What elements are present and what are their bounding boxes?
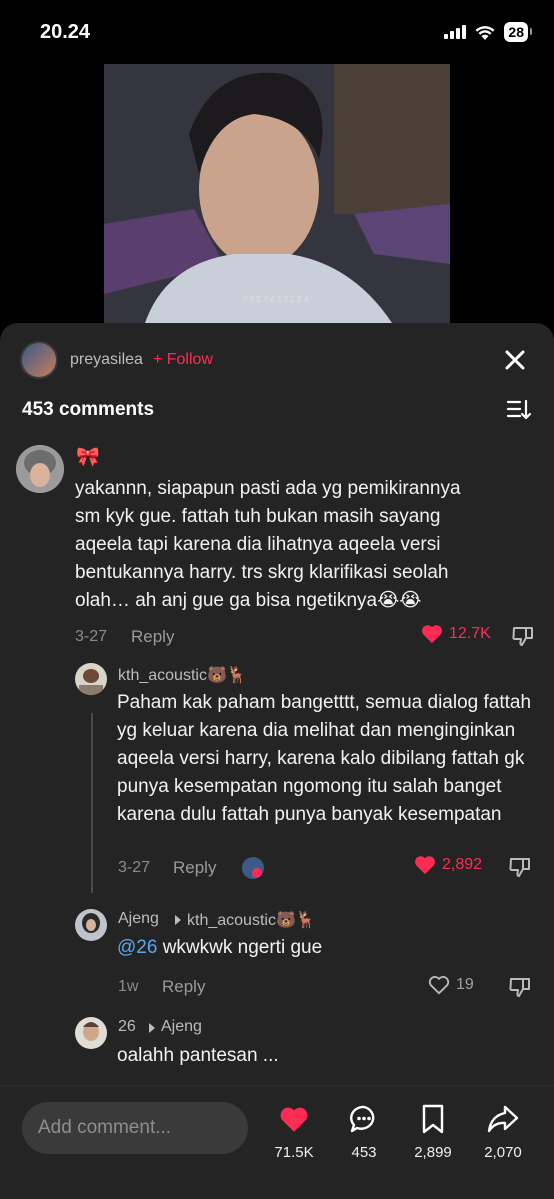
comment-item: 🎀 yakannn, siapapun pasti ada yg pemikir… xyxy=(0,441,554,651)
reply-button[interactable]: Reply xyxy=(131,627,174,647)
bookmark-icon xyxy=(422,1104,444,1134)
comments-count-title: 453 comments xyxy=(22,399,155,420)
avatar-image xyxy=(16,445,64,493)
comments-button[interactable]: 453 xyxy=(334,1104,394,1161)
reply-username[interactable]: 26 xyxy=(118,1018,136,1036)
video-watermark: PREYASILEA xyxy=(242,295,312,304)
reply-to-username[interactable]: kth_acoustic🐻🦌 xyxy=(187,910,316,930)
comment-bubble-icon xyxy=(350,1105,375,1133)
replier-avatar[interactable] xyxy=(75,663,107,695)
video-share-count: 2,070 xyxy=(484,1144,522,1161)
reply-arrow-icon xyxy=(149,1023,155,1033)
like-count: 12.7K xyxy=(449,625,491,642)
commenter-avatar[interactable] xyxy=(16,445,64,493)
video-save-count: 2,899 xyxy=(414,1144,452,1161)
dislike-icon[interactable] xyxy=(511,625,535,647)
status-icons: 28 xyxy=(444,22,532,42)
reply-username[interactable]: Ajeng xyxy=(118,910,159,928)
close-icon[interactable] xyxy=(500,345,530,375)
dislike-icon[interactable] xyxy=(508,856,532,878)
save-button[interactable]: 2,899 xyxy=(403,1104,463,1161)
battery-indicator: 28 xyxy=(504,22,532,42)
dislike-icon[interactable] xyxy=(508,976,532,998)
like-video-button[interactable]: 71.5K xyxy=(264,1104,324,1161)
replier-avatar[interactable] xyxy=(75,1017,107,1049)
cellular-signal-icon xyxy=(444,25,467,39)
comment-text: yakannn, siapapun pasti ada yg pemikiran… xyxy=(75,478,461,611)
share-button[interactable]: 2,070 xyxy=(473,1104,533,1161)
video-frame-image xyxy=(104,64,450,326)
author-avatar[interactable] xyxy=(20,341,58,379)
replier-avatar[interactable] xyxy=(75,909,107,941)
heart-filled-icon xyxy=(280,1107,308,1132)
reply-to-username[interactable]: Ajeng xyxy=(161,1018,202,1036)
sheet-header: preyasilea + Follow xyxy=(20,341,534,379)
reply-date: 1w xyxy=(118,978,139,995)
avatar-image xyxy=(75,909,107,941)
like-count: 19 xyxy=(456,976,474,993)
reply-item: kth_acoustic🐻🦌 Paham kak paham bangetttt… xyxy=(0,661,554,901)
like-button[interactable]: 2,892 xyxy=(414,855,482,875)
reply-text-body: wkwkwk ngerti gue xyxy=(157,937,323,958)
reply-button[interactable]: Reply xyxy=(173,858,216,878)
avatar-image xyxy=(75,1017,107,1049)
like-button[interactable]: 12.7K xyxy=(421,624,491,644)
heart-outline-icon xyxy=(428,976,450,995)
reply-button[interactable]: Reply xyxy=(162,977,205,997)
comments-sheet: preyasilea + Follow 453 comments 🎀 yakan… xyxy=(0,323,554,1199)
share-arrow-icon xyxy=(487,1105,519,1133)
reply-date: 3-27 xyxy=(118,859,151,876)
status-time: 20.24 xyxy=(40,20,91,43)
avatar-image xyxy=(242,857,264,879)
status-bar: 20.24 28 xyxy=(0,0,554,64)
bottom-action-bar: Add comment... 71.5K 453 2,899 2,070 xyxy=(0,1085,554,1199)
reply-text: @26 wkwkwk ngerti gue xyxy=(117,934,543,962)
heart-filled-icon xyxy=(415,856,435,875)
comment-username[interactable]: 🎀 xyxy=(76,445,100,469)
like-button[interactable]: 19 xyxy=(428,975,474,995)
heart-filled-icon xyxy=(422,625,442,644)
video-comment-count: 453 xyxy=(351,1144,377,1161)
sort-icon[interactable] xyxy=(506,397,532,423)
reply-text: oalahh pantesan ... xyxy=(117,1045,279,1066)
creator-liked-avatar xyxy=(242,857,264,879)
reply-username[interactable]: kth_acoustic🐻🦌 xyxy=(118,665,247,685)
wifi-icon xyxy=(475,25,495,40)
video-preview[interactable]: PREYASILEA xyxy=(104,64,450,326)
avatar-image xyxy=(75,663,107,695)
like-count: 2,892 xyxy=(442,856,483,873)
video-like-count: 71.5K xyxy=(274,1144,314,1161)
author-name[interactable]: preyasilea xyxy=(70,351,143,369)
reply-text: Paham kak paham bangetttt, semua dialog … xyxy=(117,692,532,825)
reply-arrow-icon xyxy=(175,915,181,925)
comment-date: 3-27 xyxy=(75,628,108,645)
mention-link[interactable]: @26 xyxy=(117,937,157,958)
reply-item: 26 Ajeng oalahh pantesan ... xyxy=(0,1015,554,1085)
follow-button[interactable]: + Follow xyxy=(153,351,213,369)
add-comment-input[interactable]: Add comment... xyxy=(22,1102,248,1154)
reply-item: Ajeng kth_acoustic🐻🦌 @26 wkwkwk ngerti g… xyxy=(0,907,554,1007)
